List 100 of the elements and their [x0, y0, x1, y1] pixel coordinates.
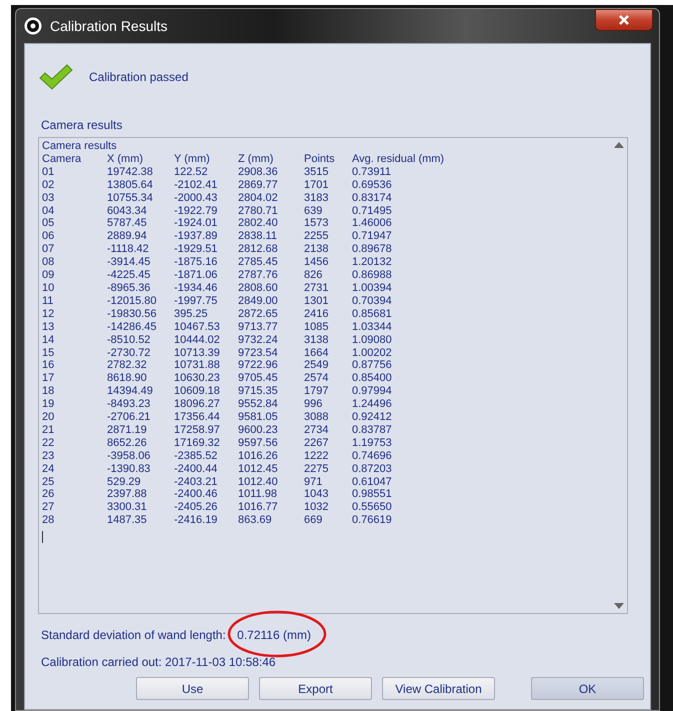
table-cell-text: 529.29: [107, 476, 142, 488]
table-cell-text: 2838.11: [238, 230, 278, 244]
table-cell-text: 2780.71: [238, 204, 279, 218]
table-cell-text: 9722.96: [238, 359, 279, 372]
table-cell-text: 18096.27: [174, 398, 221, 412]
table-cell-text: 03: [42, 192, 56, 205]
table-cell-text: 2808.60: [238, 282, 279, 295]
table-cell-text: 0.85400: [352, 372, 393, 386]
table-cell-text: -2403.21: [174, 476, 218, 488]
table-cell-text: 9723.54: [238, 346, 279, 360]
close-button[interactable]: [595, 9, 653, 31]
table-cell-text: 826: [304, 269, 324, 282]
table-cell-text: 1664: [304, 346, 330, 360]
table-cell-text: 0.71947: [352, 230, 393, 244]
table-cell-text: 1701: [304, 178, 330, 192]
table-cell-text: 21: [42, 424, 56, 437]
table-cell-text: 1797: [304, 385, 330, 398]
column-header: X (mm): [107, 152, 144, 166]
scroll-down-icon[interactable]: [614, 603, 624, 609]
unit-label: (mm): [283, 628, 311, 642]
table-cell-text: 1.19753: [352, 436, 393, 450]
table-cell-text: 08: [42, 256, 56, 270]
table-cell-text: 16: [42, 359, 56, 372]
table-cell-text: 10609.18: [174, 385, 221, 398]
table-cell-text: 07: [42, 243, 56, 256]
table-cell-text: 2255: [304, 230, 330, 244]
table-cell-text: 05: [42, 217, 56, 230]
table-cell-text: 9705.45: [238, 372, 279, 386]
app-logo-icon: [24, 17, 42, 35]
column-header: Camera: [42, 152, 82, 166]
table-cell-text: 04: [42, 204, 56, 218]
table-cell-text: 0.69536: [352, 178, 393, 192]
table-cell-text: 28: [42, 514, 56, 528]
table-cell-text: 10: [42, 282, 56, 295]
table-cell-text: 1032: [304, 501, 330, 514]
section-label: Camera results: [41, 118, 122, 132]
table-cell-text: 2908.36: [238, 166, 279, 179]
table-cell-text: 0.61047: [352, 476, 393, 488]
table-cell-text: 0.98551: [352, 488, 393, 502]
table-cell-text: 1301: [304, 294, 330, 308]
wand-deviation-value: 0.72116: [237, 628, 280, 642]
table-cell-text: -1934.46: [174, 282, 218, 295]
table-cell-text: 17: [42, 372, 56, 386]
table-cell-text: 1.24496: [352, 398, 393, 412]
dialog-button[interactable]: Use: [136, 677, 249, 700]
scroll-up-icon[interactable]: [614, 142, 624, 148]
dialog-button[interactable]: Export: [259, 677, 372, 700]
table-cell-text: 19: [42, 398, 56, 412]
table-cell-text: 9732.24: [238, 334, 279, 346]
table-cell-text: 1573: [304, 217, 330, 230]
table-cell-text: 17258.97: [174, 424, 221, 437]
table-cell-text: 0.70394: [352, 294, 393, 308]
table-cell-text: -1997.75: [174, 294, 218, 308]
wand-deviation-label: Standard deviation of wand length:: [41, 628, 226, 642]
table-cell-text: 2574: [304, 372, 330, 386]
dialog-button[interactable]: View Calibration: [382, 677, 495, 700]
table-cell-text: -8493.23: [107, 398, 152, 412]
table-cell-text: -1937.89: [174, 230, 218, 244]
column-header: Avg. residual (mm): [352, 152, 446, 166]
table-cell-text: -2706.21: [107, 411, 152, 424]
table-cell-text: -12015.80: [107, 294, 158, 308]
table-cell-text: 0.85681: [352, 308, 393, 321]
table-cell-text: -2400.46: [174, 488, 218, 502]
table-cell-text: 2804.02: [238, 192, 279, 205]
table-cell-text: 1016.77: [238, 501, 279, 514]
table-cell-text: 9715.35: [238, 385, 279, 398]
table-cell-text: -2730.72: [107, 346, 152, 360]
table-cell-text: 2549: [304, 359, 330, 372]
table-cell-text: 669: [304, 514, 324, 528]
table-cell-text: 0.83787: [352, 424, 393, 437]
table-cell-text: -1390.83: [107, 462, 152, 476]
table-cell-text: 5787.45: [107, 217, 148, 230]
table-cell-text: 2849.00: [238, 294, 279, 308]
table-cell-text: 1.00202: [352, 346, 393, 360]
table-cell-text: 3515: [304, 166, 330, 179]
table-cell-text: 971: [304, 476, 324, 488]
table-cell-text: -3958.06: [107, 450, 152, 463]
table-cell-text: 10467.53: [174, 320, 221, 334]
close-icon: [618, 15, 630, 25]
table-cell-text: 14394.49: [107, 385, 154, 398]
table-cell-text: -2385.52: [174, 450, 218, 463]
table-cell-text: 2889.94: [107, 230, 148, 244]
table-cell-text: -2400.44: [174, 462, 218, 476]
dialog-button[interactable]: OK: [531, 677, 644, 700]
table-cell-text: -2416.19: [174, 514, 218, 528]
table-cell-text: 9713.77: [238, 320, 279, 334]
table-cell-text: 02: [42, 178, 56, 192]
column-header: Y (mm): [174, 152, 211, 166]
table-cell-text: 1.09080: [352, 334, 393, 346]
table-cell-text: 0.87203: [352, 462, 393, 476]
table-cell-text: 06: [42, 230, 56, 244]
table-cell-text: 3300.31: [107, 501, 148, 514]
table-cell-text: 10630.23: [174, 372, 221, 386]
table-cell-text: 13805.64: [107, 178, 154, 192]
table-cell-text: -1922.79: [174, 204, 218, 218]
table-cell-text: 18: [42, 385, 56, 398]
table-cell-text: 9552.84: [238, 398, 279, 412]
table-cell-text: 27: [42, 501, 56, 514]
status-message: Calibration passed: [89, 68, 188, 86]
table-cell-text: 3088: [304, 411, 330, 424]
